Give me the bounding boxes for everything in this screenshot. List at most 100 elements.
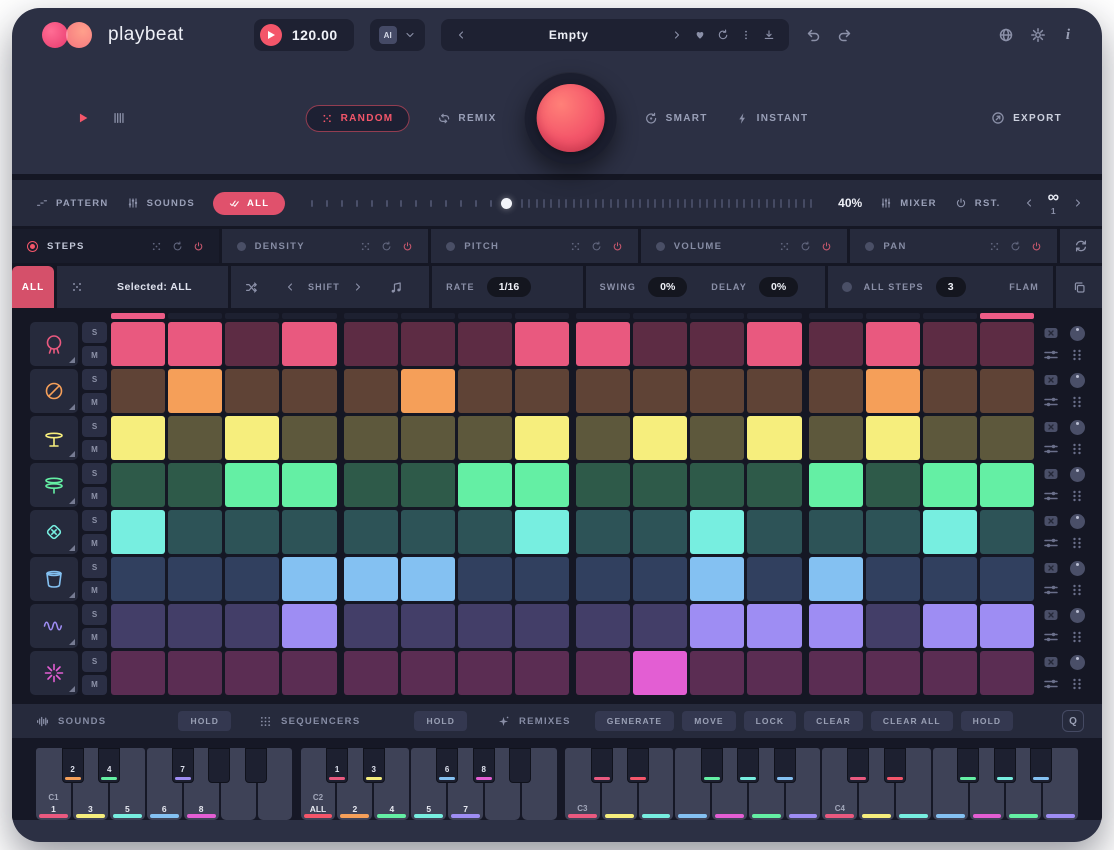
clear-track-icon[interactable] xyxy=(1043,560,1059,576)
more-options-icon[interactable] xyxy=(740,29,752,41)
random-button[interactable]: RANDOM xyxy=(306,105,410,132)
step-cell[interactable] xyxy=(515,416,569,460)
track-sliders-icon[interactable] xyxy=(1043,582,1059,598)
step-cell[interactable] xyxy=(344,369,398,413)
clear-all-button[interactable]: CLEAR ALL xyxy=(871,711,953,731)
step-cell[interactable] xyxy=(111,604,165,648)
step-cell[interactable] xyxy=(923,510,977,554)
step-cell[interactable] xyxy=(809,322,863,366)
piano-key-black[interactable]: 7 xyxy=(172,748,194,783)
tab-volume[interactable]: VOLUME xyxy=(641,229,848,263)
solo-button[interactable]: S xyxy=(82,651,107,672)
tab-density[interactable]: DENSITY xyxy=(222,229,429,263)
step-cell[interactable] xyxy=(401,463,455,507)
piano-key-black[interactable] xyxy=(591,748,613,783)
step-cell[interactable] xyxy=(344,604,398,648)
solo-button[interactable]: S xyxy=(82,510,107,531)
track-select-hihat-open[interactable] xyxy=(30,463,78,507)
all-filter-button[interactable]: ALL xyxy=(213,192,285,215)
hold-button[interactable]: HOLD xyxy=(961,711,1013,731)
loop-icon[interactable] xyxy=(591,241,602,252)
piano-roll-icon[interactable] xyxy=(112,111,126,125)
step-cell[interactable] xyxy=(344,557,398,601)
step-cell[interactable] xyxy=(111,322,165,366)
step-cell[interactable] xyxy=(923,604,977,648)
power-icon[interactable] xyxy=(612,241,623,252)
step-cell[interactable] xyxy=(747,510,801,554)
track-sliders-icon[interactable] xyxy=(1043,488,1059,504)
redo-icon[interactable] xyxy=(837,27,853,43)
step-cell[interactable] xyxy=(923,322,977,366)
clear-track-icon[interactable] xyxy=(1043,607,1059,623)
step-cell[interactable] xyxy=(225,416,279,460)
power-icon[interactable] xyxy=(821,241,832,252)
track-sliders-icon[interactable] xyxy=(1043,535,1059,551)
pattern-next-icon[interactable] xyxy=(1072,197,1084,209)
track-select-kick[interactable] xyxy=(30,322,78,366)
step-cell[interactable] xyxy=(168,322,222,366)
step-cell[interactable] xyxy=(282,510,336,554)
step-cell[interactable] xyxy=(515,322,569,366)
dice-icon[interactable] xyxy=(360,241,371,252)
solo-button[interactable]: S xyxy=(82,604,107,625)
all-steps-dot-icon[interactable] xyxy=(842,282,852,292)
delay-value[interactable]: 0% xyxy=(759,277,798,297)
swing-value[interactable]: 0% xyxy=(648,277,687,297)
step-cell[interactable] xyxy=(458,604,512,648)
step-cell[interactable] xyxy=(282,416,336,460)
step-cell[interactable] xyxy=(866,604,920,648)
step-cell[interactable] xyxy=(576,651,630,695)
loop-icon[interactable] xyxy=(381,241,392,252)
step-cell[interactable] xyxy=(690,369,744,413)
drag-handle-icon[interactable] xyxy=(1069,582,1085,598)
step-cell[interactable] xyxy=(980,322,1034,366)
step-cell[interactable] xyxy=(747,416,801,460)
sounds-tab[interactable]: SOUNDS xyxy=(127,197,195,209)
step-cell[interactable] xyxy=(809,463,863,507)
piano-key-black[interactable] xyxy=(509,748,531,783)
rate-value[interactable]: 1/16 xyxy=(487,277,531,297)
step-cell[interactable] xyxy=(747,322,801,366)
reset-button[interactable]: RST. xyxy=(955,197,1001,209)
lock-button[interactable]: LOCK xyxy=(744,711,796,731)
step-cell[interactable] xyxy=(809,510,863,554)
piano-key-black[interactable] xyxy=(1030,748,1052,783)
step-cell[interactable] xyxy=(168,510,222,554)
move-button[interactable]: MOVE xyxy=(682,711,735,731)
preset-name[interactable]: Empty xyxy=(478,28,660,42)
step-cell[interactable] xyxy=(576,604,630,648)
track-select-tom[interactable] xyxy=(30,557,78,601)
step-cell[interactable] xyxy=(980,416,1034,460)
step-cell[interactable] xyxy=(866,369,920,413)
step-cell[interactable] xyxy=(866,557,920,601)
track-sliders-icon[interactable] xyxy=(1043,394,1059,410)
piano-key-black[interactable] xyxy=(208,748,230,783)
density-slider[interactable] xyxy=(303,180,820,226)
step-cell[interactable] xyxy=(282,369,336,413)
tab-steps[interactable]: STEPS xyxy=(12,229,219,263)
power-icon[interactable] xyxy=(402,241,413,252)
smart-button[interactable]: SMART xyxy=(645,112,708,125)
step-cell[interactable] xyxy=(576,557,630,601)
dice-icon[interactable] xyxy=(779,241,790,252)
step-cell[interactable] xyxy=(923,416,977,460)
track-knob[interactable] xyxy=(1070,420,1085,435)
mute-button[interactable]: M xyxy=(82,581,107,602)
settings-gear-icon[interactable] xyxy=(1030,27,1046,43)
step-cell[interactable] xyxy=(980,557,1034,601)
sequencers-hold-button[interactable]: HOLD xyxy=(414,711,466,731)
step-cell[interactable] xyxy=(401,510,455,554)
step-cell[interactable] xyxy=(458,651,512,695)
dice-icon[interactable] xyxy=(151,241,162,252)
step-cell[interactable] xyxy=(111,463,165,507)
sounds-hold-button[interactable]: HOLD xyxy=(178,711,230,731)
play-icon[interactable] xyxy=(76,111,90,125)
copy-icon[interactable] xyxy=(1073,281,1086,294)
mute-button[interactable]: M xyxy=(82,393,107,414)
mute-button[interactable]: M xyxy=(82,440,107,461)
step-cell[interactable] xyxy=(515,463,569,507)
step-cell[interactable] xyxy=(690,651,744,695)
step-cell[interactable] xyxy=(282,463,336,507)
step-cell[interactable] xyxy=(401,369,455,413)
step-cell[interactable] xyxy=(168,369,222,413)
